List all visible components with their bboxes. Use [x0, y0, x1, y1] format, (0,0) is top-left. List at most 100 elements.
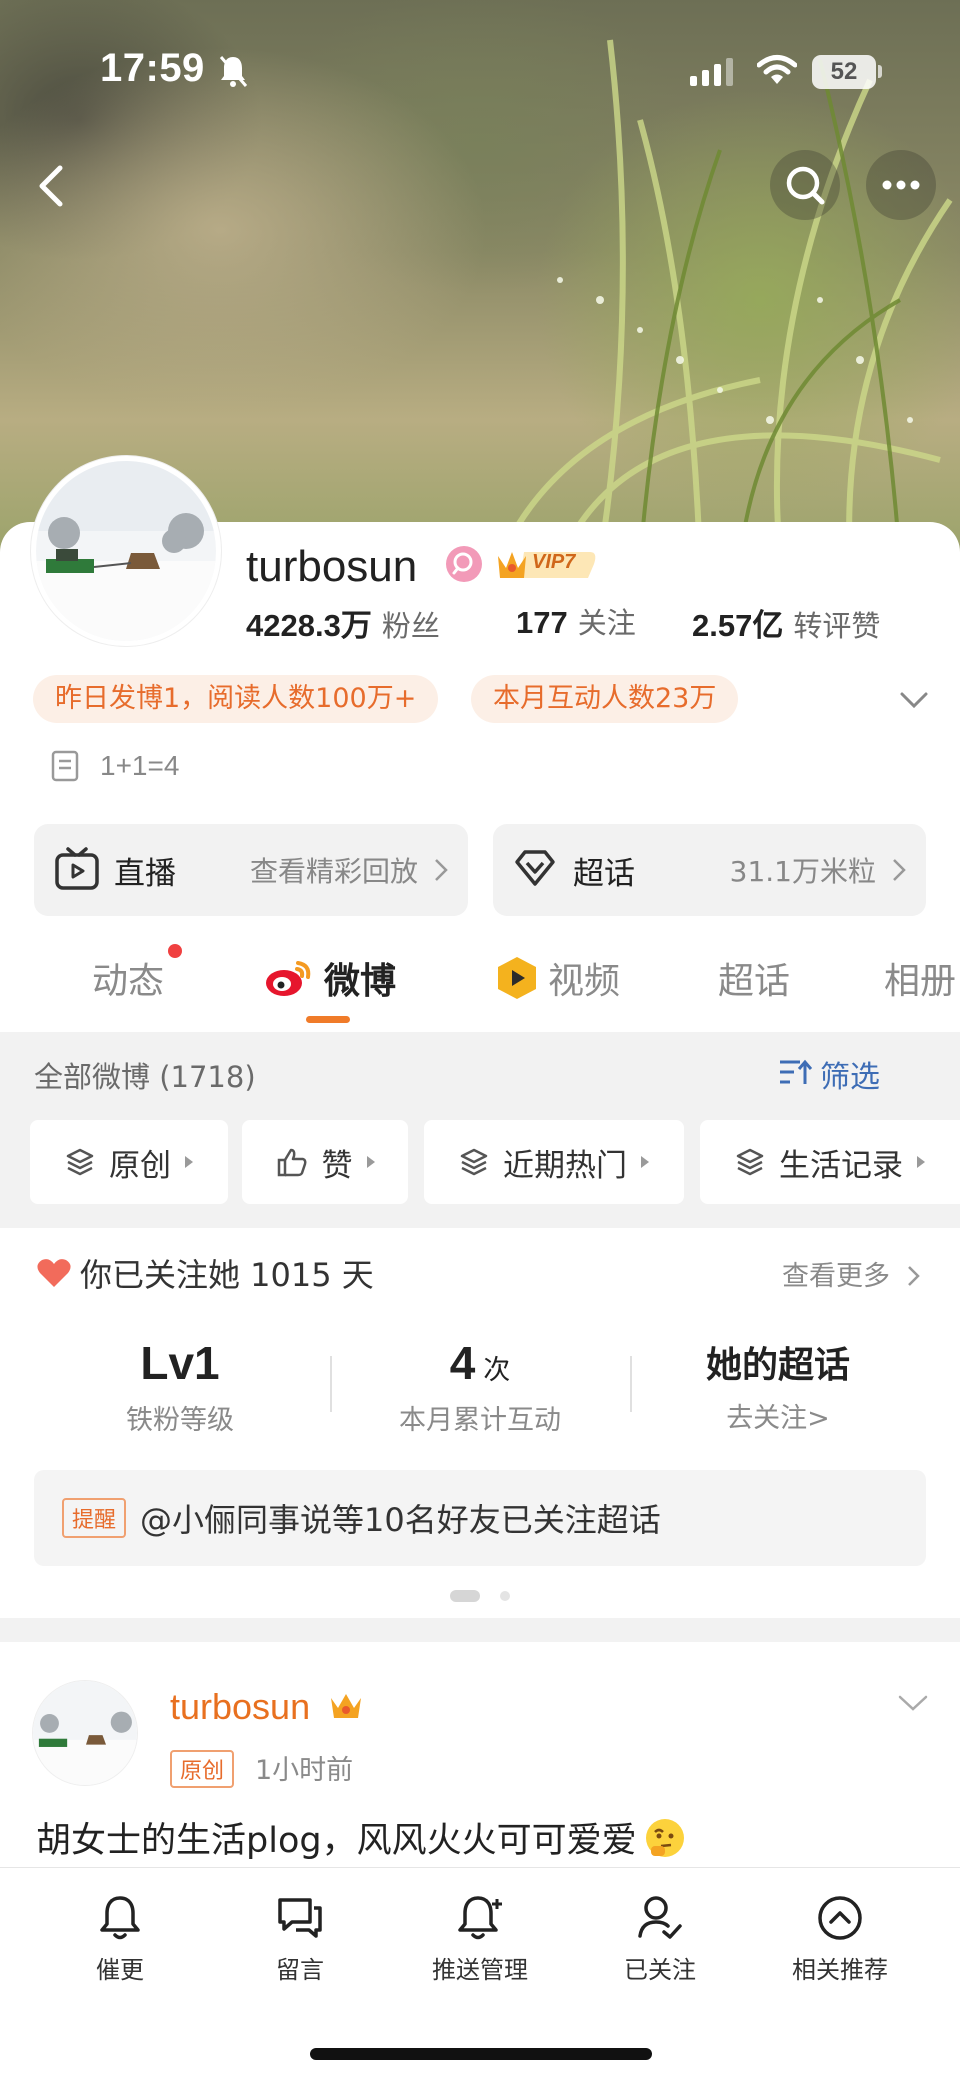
following-button[interactable]: 已关注 [570, 1894, 750, 1985]
bell-icon [100, 1896, 140, 1940]
caret-right-icon [185, 1156, 193, 1168]
chip-liked[interactable]: 赞 [242, 1120, 408, 1204]
back-button[interactable] [20, 150, 80, 220]
fan-card: 你已关注她 1015 天 查看更多 Lv1 铁粉等级 4次 本月累计互动 她的超… [0, 1228, 960, 1618]
post-avatar[interactable] [32, 1680, 138, 1786]
status-time: 17:59 [100, 46, 205, 90]
stat-fans[interactable]: 4228.3万 粉丝 [246, 600, 440, 645]
stat-interactions-label: 转评赞 [793, 609, 881, 643]
highlight-badge-interactions[interactable]: 本月互动人数23万 [471, 675, 739, 723]
bio-text: 1+1=4 [100, 750, 180, 781]
battery-indicator: 52 [812, 55, 876, 89]
layers-icon [460, 1148, 488, 1176]
live-entry[interactable]: 直播 查看精彩回放 [34, 824, 468, 916]
vip-level: VIP7 [532, 551, 576, 573]
chevron-down-icon[interactable] [897, 1692, 929, 1716]
tab-activity[interactable]: 动态 [92, 952, 164, 1004]
live-subtitle: 查看精彩回放 [249, 855, 418, 888]
post-text: 胡女士的生活plog，风风火火可可爱爱 [36, 1821, 637, 1861]
caret-right-icon [641, 1156, 649, 1168]
post-tag: 原创 [170, 1750, 235, 1788]
avatar-image [33, 1681, 137, 1785]
remind-tag: 提醒 [62, 1498, 127, 1538]
monthly-interactions[interactable]: 4次 本月累计互动 [330, 1336, 630, 1437]
search-button[interactable] [770, 150, 840, 220]
chevron-right-icon [893, 859, 906, 881]
chevron-left-icon [39, 165, 63, 207]
stat-following[interactable]: 177 关注 [516, 600, 636, 642]
bell-off-icon [219, 56, 248, 87]
remind-text: @小俪同事说等10名好友已关注超话 [140, 1501, 661, 1539]
status-bar: 17:59 52 [0, 0, 960, 140]
stat-following-label: 关注 [577, 606, 636, 640]
search-icon [786, 166, 825, 205]
filter-button[interactable]: 筛选 [780, 1052, 880, 1096]
user-check-icon [638, 1896, 682, 1939]
tab-video[interactable]: 视频 [494, 952, 620, 1004]
remind-update-label: 催更 [96, 1956, 144, 1984]
tab-video-label: 视频 [548, 961, 621, 1002]
tv-live-icon [55, 847, 99, 890]
caret-right-icon [917, 1156, 925, 1168]
bell-plus-icon [458, 1896, 502, 1940]
push-settings-button[interactable]: 推送管理 [390, 1894, 570, 1985]
chevron-right-icon [435, 859, 448, 881]
monthly-interactions-unit: 次 [483, 1355, 511, 1385]
her-supertopic[interactable]: 她的超话 去关注> [628, 1336, 928, 1435]
profile-username: turbosun [246, 542, 418, 591]
post-item[interactable]: turbosun 原创 1小时前 胡女士的生活plog，风风火火可可爱爱 [0, 1642, 960, 1867]
her-supertopic-title: 她的超话 [705, 1345, 850, 1386]
follow-duration: 你已关注她 1015 天 [36, 1250, 374, 1296]
chevron-down-icon[interactable] [898, 684, 930, 716]
message-button[interactable]: 留言 [210, 1894, 390, 1985]
heart-icon [37, 1259, 71, 1287]
diamond-icon [515, 850, 555, 886]
verified-badge-icon[interactable] [446, 546, 482, 582]
crown-icon [331, 1694, 361, 1718]
thinking-emoji-icon [645, 1818, 684, 1857]
chat-bubbles-icon [278, 1898, 322, 1938]
video-play-icon [498, 957, 536, 999]
unread-dot [168, 944, 182, 958]
document-icon [51, 750, 79, 782]
chip-original[interactable]: 原创 [30, 1120, 228, 1204]
verified-icon [452, 552, 473, 575]
battery-tip [878, 65, 882, 78]
vip-badge[interactable]: VIP7 [494, 542, 600, 586]
supertopic-subtitle: 31.1万米粒 [729, 855, 876, 888]
stat-interactions-value: 2.57亿 [692, 608, 784, 643]
chip-trending[interactable]: 近期热门 [424, 1120, 684, 1204]
recommendations-button[interactable]: 相关推荐 [750, 1894, 930, 1985]
wifi-icon [757, 55, 797, 84]
tab-album[interactable]: 相册 [884, 952, 956, 1004]
supertopic-title: 超话 [573, 856, 635, 892]
layers-icon [736, 1148, 764, 1176]
tab-supertopic[interactable]: 超话 [718, 952, 790, 1004]
highlight-badge-posts[interactable]: 昨日发博1，阅读人数100万+ [33, 675, 439, 723]
friends-reminder[interactable]: 提醒 @小俪同事说等10名好友已关注超话 [34, 1470, 926, 1566]
tab-weibo[interactable]: 微博 [264, 952, 396, 1004]
home-indicator[interactable] [310, 2048, 652, 2060]
see-more-link[interactable]: 查看更多 [782, 1254, 921, 1293]
avatar[interactable] [31, 456, 221, 646]
post-author[interactable]: turbosun [170, 1686, 310, 1728]
supertopic-entry[interactable]: 超话 31.1万米粒 [493, 824, 926, 916]
remind-update-button[interactable]: 催更 [30, 1894, 210, 1985]
follow-duration-text: 你已关注她 1015 天 [80, 1256, 374, 1294]
more-horizontal-icon [882, 180, 920, 190]
stat-following-value: 177 [516, 605, 568, 640]
avatar-image [36, 461, 216, 641]
feed-filter-bar: 全部微博 (1718) 筛选 原创 赞 近期热门 生活记录 [0, 1032, 960, 1228]
more-options-button[interactable] [866, 150, 936, 220]
carousel-dots [450, 1590, 510, 1602]
chevron-right-icon [907, 1266, 920, 1286]
chip-life-log[interactable]: 生活记录 [700, 1120, 960, 1204]
profile-tabs: 动态 微博 视频 超话 相册 [0, 930, 960, 1030]
go-follow-link: 去关注> [726, 1403, 830, 1434]
following-label: 已关注 [624, 1956, 696, 1984]
post-time: 1小时前 [255, 1755, 354, 1786]
fan-level[interactable]: Lv1 铁粉等级 [30, 1336, 330, 1437]
monthly-interactions-label: 本月累计互动 [399, 1405, 561, 1436]
stat-interactions[interactable]: 2.57亿 转评赞 [692, 600, 880, 645]
stat-fans-label: 粉丝 [381, 609, 440, 643]
